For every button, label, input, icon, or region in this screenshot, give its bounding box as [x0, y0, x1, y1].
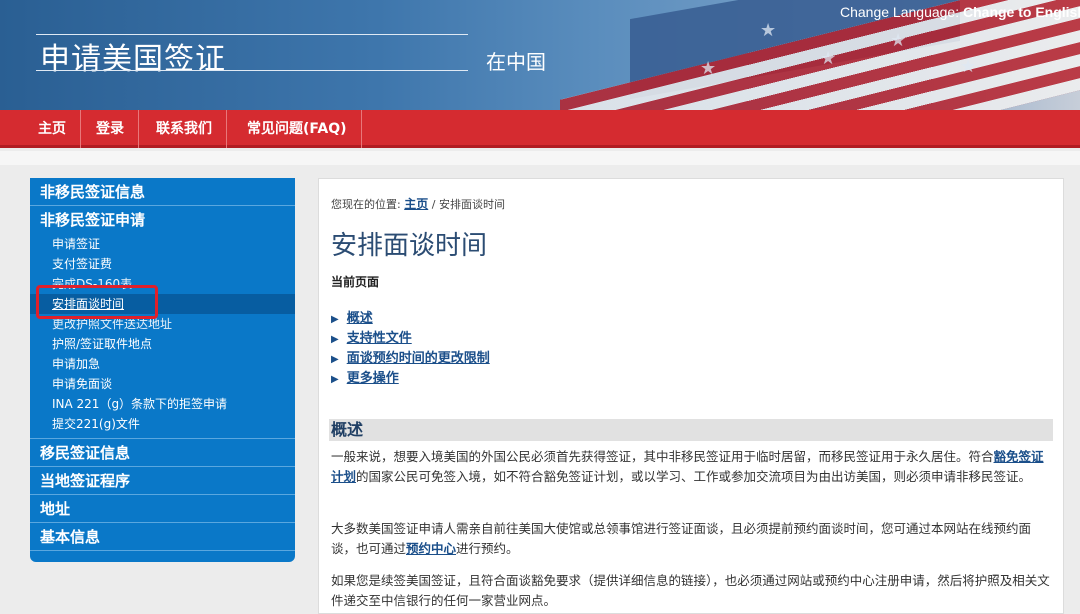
toc-link-overview[interactable]: 概述 [347, 311, 373, 326]
sidebar-local-procedures[interactable]: 当地签证程序 [30, 467, 295, 495]
main-nav: 主页 登录 联系我们 常见问题(FAQ) [0, 110, 1080, 148]
nav-faq[interactable]: 常见问题(FAQ) [233, 110, 362, 148]
overview-paragraph-1: 一般来说，想要入境美国的外国公民必须首先获得签证，其中非移民签证用于临时居留，而… [331, 447, 1053, 487]
breadcrumb-separator: / [431, 198, 436, 211]
section-heading-overview: 概述 [329, 419, 1053, 441]
page-title: 安排面谈时间 [331, 231, 488, 261]
header-banner: ★ ★ ★ ★ ★ 申请美国签证 在中国 Change Language: Ch… [0, 0, 1080, 110]
breadcrumb: 您现在的位置: 主页 / 安排面谈时间 [331, 195, 505, 212]
sidebar-nonimmigrant-info[interactable]: 非移民签证信息 [30, 178, 295, 206]
toc-item: ▶ 面谈预约时间的更改限制 [331, 349, 490, 369]
sidebar-item-pay-fee[interactable]: 支付签证费 [30, 254, 295, 274]
breadcrumb-current: 安排面谈时间 [438, 198, 505, 211]
toc-item: ▶ 支持性文件 [331, 329, 490, 349]
toc-link-more-actions[interactable]: 更多操作 [347, 371, 399, 386]
toc-item: ▶ 概述 [331, 309, 490, 329]
header-separator [0, 151, 1080, 165]
star-icon: ★ [820, 48, 837, 69]
triangle-right-icon: ▶ [331, 334, 339, 345]
sidebar-item-schedule-interview-label: 安排面谈时间 [52, 297, 125, 311]
main-content: 您现在的位置: 主页 / 安排面谈时间 安排面谈时间 当前页面 ▶ 概述 ▶ 支持性… [318, 178, 1064, 614]
sidebar-item-change-delivery[interactable]: 更改护照文件送达地址 [30, 314, 295, 334]
site-title: 申请美国签证 [40, 42, 226, 77]
breadcrumb-prefix: 您现在的位置: [331, 198, 401, 211]
sidebar-item-ds160[interactable]: 完成DS-160表 [30, 274, 295, 294]
sidebar-item-apply-visa[interactable]: 申请签证 [30, 234, 295, 254]
change-language-label: Change Language: [840, 4, 960, 20]
sidebar-basic-info[interactable]: 基本信息 [30, 523, 295, 551]
sidebar-item-pickup-location[interactable]: 护照/签证取件地点 [30, 334, 295, 354]
triangle-right-icon: ▶ [331, 374, 339, 385]
sidebar-item-221g-submit[interactable]: 提交221(g)文件 [30, 414, 295, 434]
title-rule-bottom [36, 70, 468, 71]
toc-item: ▶ 更多操作 [331, 369, 490, 389]
overview-paragraph-2: 大多数美国签证申请人需亲自前往美国大使馆或总领事馆进行签证面谈，且必须提前预约面… [331, 519, 1053, 559]
sidebar-item-schedule-interview[interactable]: 安排面谈时间 [30, 294, 295, 314]
sidebar: 非移民签证信息 非移民签证申请 申请签证 支付签证费 完成DS-160表 安排面… [30, 178, 295, 562]
triangle-right-icon: ▶ [331, 354, 339, 365]
toc-link-documents[interactable]: 支持性文件 [347, 331, 412, 346]
toc-link-reschedule-limits[interactable]: 面谈预约时间的更改限制 [347, 351, 490, 366]
star-icon: ★ [760, 20, 777, 41]
breadcrumb-home-link[interactable]: 主页 [404, 197, 428, 211]
site-subtitle: 在中国 [486, 50, 546, 74]
sidebar-nonimmigrant-apply-group: 非移民签证申请 申请签证 支付签证费 完成DS-160表 安排面谈时间 更改护照… [30, 206, 295, 439]
overview-paragraph-3: 如果您是续签美国签证，且符合面谈豁免要求（提供详细信息的链接），也必须通过网站或… [331, 573, 1050, 608]
sidebar-item-221g-refusal[interactable]: INA 221（g）条款下的拒签申请 [30, 394, 295, 414]
nav-home[interactable]: 主页 [24, 110, 81, 148]
sidebar-immigrant-info[interactable]: 移民签证信息 [30, 439, 295, 467]
change-language: Change Language: Change to English [840, 4, 1080, 20]
nav-login[interactable]: 登录 [82, 110, 139, 148]
sidebar-nonimmigrant-apply[interactable]: 非移民签证申请 [30, 206, 295, 234]
sidebar-addresses[interactable]: 地址 [30, 495, 295, 523]
table-of-contents: ▶ 概述 ▶ 支持性文件 ▶ 面谈预约时间的更改限制 ▶ 更多操作 [331, 309, 490, 389]
appointment-center-link[interactable]: 预约中心 [406, 541, 456, 556]
p2-text-b: 进行预约。 [456, 541, 519, 556]
current-page-label: 当前页面 [331, 275, 380, 289]
p1-text-b: 的国家公民可免签入境，如不符合豁免签证计划，或以学习、工作或参加交流项目为由出访… [356, 469, 1032, 484]
p1-text-a: 一般来说，想要入境美国的外国公民必须首先获得签证，其中非移民签证用于临时居留，而… [331, 449, 994, 464]
star-icon: ★ [960, 56, 977, 77]
sidebar-item-expedite[interactable]: 申请加急 [30, 354, 295, 374]
star-icon: ★ [700, 58, 717, 79]
nav-contact[interactable]: 联系我们 [142, 110, 227, 148]
change-language-link[interactable]: Change to English [963, 4, 1080, 20]
triangle-right-icon: ▶ [331, 314, 339, 325]
star-icon: ★ [890, 30, 907, 51]
sidebar-item-interview-waiver[interactable]: 申请免面谈 [30, 374, 295, 394]
